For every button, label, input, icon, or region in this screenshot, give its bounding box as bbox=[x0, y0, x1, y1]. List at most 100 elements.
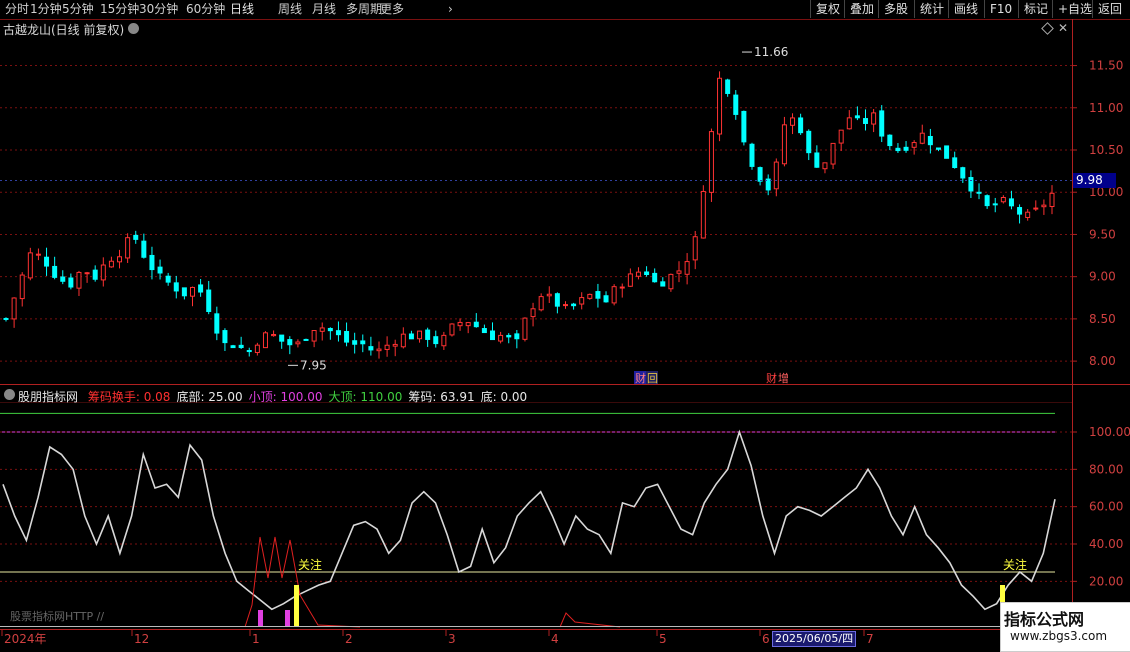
candle-body bbox=[400, 333, 406, 348]
candle-body bbox=[749, 143, 755, 167]
time-label: 12 bbox=[134, 632, 149, 646]
candle-body bbox=[35, 253, 41, 256]
indicator-field-value: 110.00 bbox=[356, 390, 403, 404]
candle-body bbox=[465, 322, 471, 327]
candle-body bbox=[976, 191, 982, 194]
high-label: 11.66 bbox=[754, 45, 788, 59]
candle-body bbox=[619, 286, 625, 289]
time-label: 2024年 bbox=[4, 632, 47, 646]
candle-body bbox=[238, 344, 244, 349]
time-label: 4 bbox=[551, 632, 559, 646]
price-tick-label: 10.50 bbox=[1089, 143, 1123, 157]
candle-body bbox=[181, 287, 187, 297]
watermark-title: 指标公式网 bbox=[1004, 610, 1085, 629]
candle-body bbox=[887, 134, 893, 147]
candle-body bbox=[822, 162, 828, 170]
candle-body bbox=[368, 346, 374, 351]
candle-body bbox=[319, 327, 325, 332]
candle-body bbox=[157, 266, 163, 274]
candle-body bbox=[449, 323, 455, 336]
candle-body bbox=[854, 115, 860, 119]
indicator-field-label: 小顶: bbox=[248, 390, 277, 404]
candle-body bbox=[3, 317, 9, 320]
candle-body bbox=[206, 289, 212, 312]
candle-body bbox=[165, 275, 171, 283]
candle-body bbox=[457, 321, 463, 327]
chart-canvas[interactable]: 8.00 8.50 9.00 9.50 1 0.00 10.50 11.00 11.50 11.6… bbox=[0, 0, 1130, 650]
candle-body bbox=[27, 252, 33, 279]
candle-body bbox=[611, 286, 617, 304]
candle-body bbox=[968, 177, 974, 192]
candle-body bbox=[579, 297, 585, 305]
candle-body bbox=[133, 234, 139, 240]
indicator-tick-label: 60.00 bbox=[1089, 500, 1123, 514]
low-label: 7.95 bbox=[300, 358, 327, 372]
candle-body bbox=[627, 273, 633, 287]
candle-body bbox=[11, 297, 17, 320]
candle-body bbox=[1017, 207, 1023, 215]
candle-body bbox=[376, 348, 382, 352]
candle-body bbox=[392, 343, 398, 347]
candle-body bbox=[335, 330, 341, 336]
indicator-field-value: 63.91 bbox=[436, 390, 475, 404]
candle-body bbox=[587, 293, 593, 299]
indicator-field-value: 100.00 bbox=[276, 390, 323, 404]
candle-body bbox=[741, 110, 747, 143]
candle-body bbox=[635, 271, 641, 277]
candle-body bbox=[522, 317, 528, 340]
price-tick-label: 8.50 bbox=[1089, 312, 1116, 326]
candle-body bbox=[214, 313, 220, 334]
candle-body bbox=[198, 284, 204, 293]
indicator-tick-label: 100.00 bbox=[1089, 425, 1130, 439]
indicator-field-label: 底部: bbox=[176, 390, 205, 404]
turnover-line bbox=[559, 612, 621, 628]
candle-body bbox=[992, 203, 998, 206]
candle-body bbox=[790, 117, 796, 126]
candle-body bbox=[733, 94, 739, 115]
event-marker-label: 回 bbox=[647, 372, 658, 385]
candle-body bbox=[595, 291, 601, 299]
signal-bar bbox=[258, 610, 263, 626]
candle-body bbox=[668, 273, 674, 290]
candle-body bbox=[68, 277, 74, 288]
candle-body bbox=[798, 117, 804, 134]
candle-body bbox=[473, 321, 479, 328]
candle-body bbox=[514, 333, 520, 340]
candle-body bbox=[60, 276, 66, 282]
candle-body bbox=[92, 269, 98, 280]
time-label: 6 bbox=[762, 632, 770, 646]
candle-body bbox=[441, 334, 447, 347]
time-label: 3 bbox=[448, 632, 456, 646]
candle-body bbox=[806, 130, 812, 154]
candle-body bbox=[417, 330, 423, 340]
candle-body bbox=[919, 132, 925, 144]
candle-body bbox=[344, 331, 350, 343]
event-marker-label: 增 bbox=[778, 371, 789, 385]
candle-body bbox=[498, 334, 504, 342]
signal-label: 关注 bbox=[1003, 557, 1027, 572]
candle-body bbox=[644, 271, 650, 275]
time-label: 2 bbox=[345, 632, 353, 646]
indicator-field-value: 0.08 bbox=[139, 390, 171, 404]
indicator-field-label: 筹码换手: bbox=[87, 390, 140, 404]
candle-body bbox=[927, 135, 933, 146]
candle-body bbox=[571, 303, 577, 307]
watermark-url: www.zbgs3.com bbox=[1010, 629, 1108, 643]
candle-body bbox=[125, 237, 131, 259]
candle-body bbox=[773, 161, 779, 190]
indicator-tick-label: 80.00 bbox=[1089, 462, 1123, 476]
candle-body bbox=[879, 110, 885, 137]
candle-body bbox=[830, 142, 836, 165]
price-tick-label: 9.00 bbox=[1089, 270, 1116, 284]
candle-body bbox=[222, 330, 228, 344]
ghost-watermark: 股票指标网HTTP // bbox=[10, 610, 105, 623]
signal-label: 关注 bbox=[298, 557, 322, 572]
candle-body bbox=[100, 264, 106, 281]
candle-body bbox=[246, 350, 252, 353]
candle-body bbox=[871, 112, 877, 125]
candle-body bbox=[530, 308, 536, 318]
candle-body bbox=[408, 333, 414, 340]
price-tick-label: 11.50 bbox=[1089, 59, 1123, 73]
event-marker-label: 财 bbox=[635, 371, 646, 385]
time-label: 7 bbox=[866, 632, 874, 646]
